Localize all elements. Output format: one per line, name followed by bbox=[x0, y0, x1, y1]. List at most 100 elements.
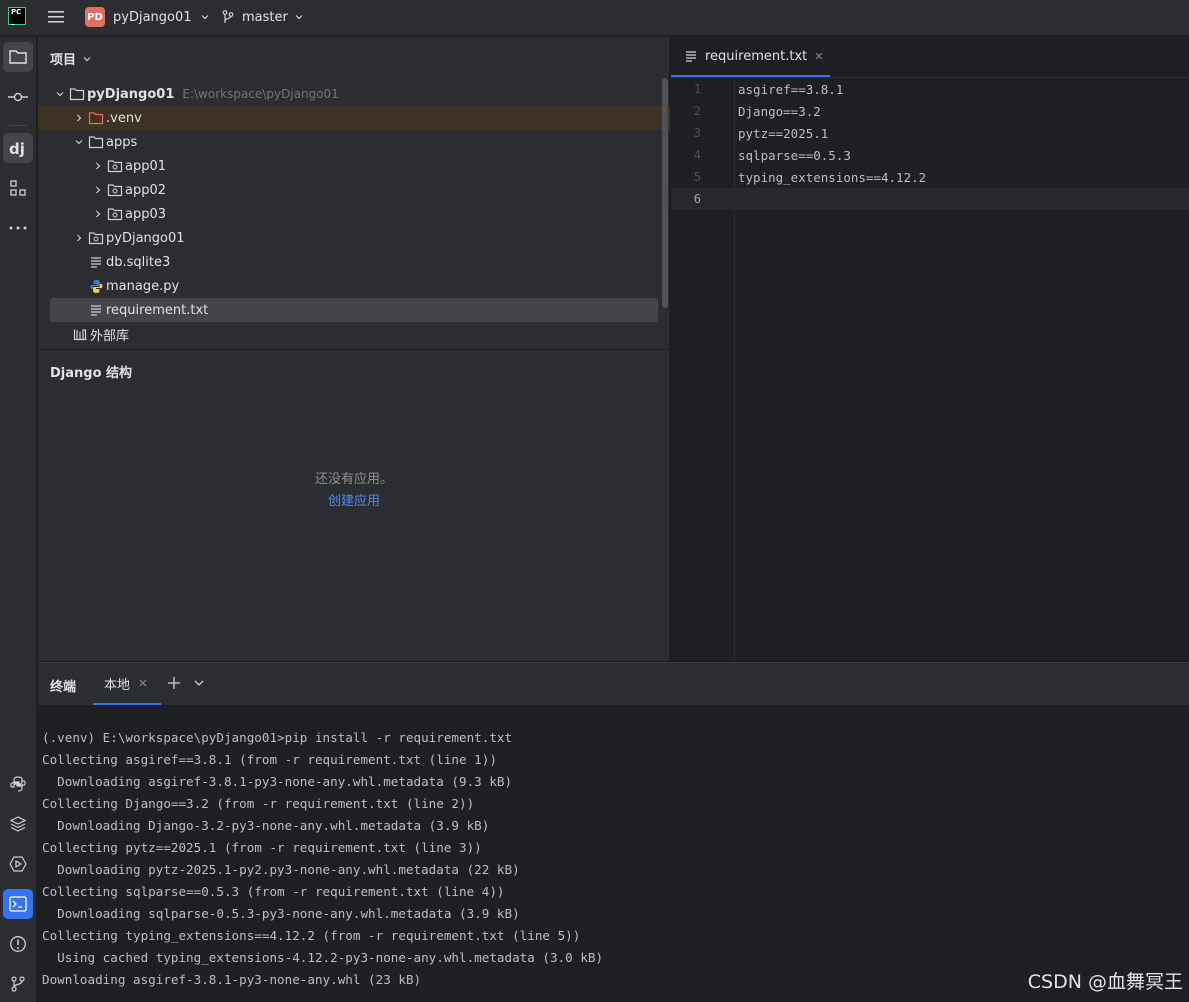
logo-text-top: PC bbox=[11, 8, 22, 16]
terminal-line: Using cached typing_extensions-4.12.2-py… bbox=[42, 950, 604, 965]
svg-text:dj: dj bbox=[9, 140, 25, 158]
code-line: 5 typing_extensions==4.12.2 bbox=[671, 166, 1189, 188]
new-terminal-plus-icon[interactable] bbox=[166, 675, 182, 691]
services-icon[interactable] bbox=[3, 849, 33, 879]
close-icon[interactable] bbox=[814, 51, 824, 61]
text-file-icon bbox=[87, 255, 105, 269]
folder-icon bbox=[68, 87, 86, 101]
branch-name: master bbox=[242, 9, 288, 25]
tree-item-app02[interactable]: app02 bbox=[38, 178, 670, 202]
package-folder-icon bbox=[106, 183, 124, 197]
terminal-line: (.venv) E:\workspace\pyDjango01>pip inst… bbox=[42, 730, 513, 745]
terminal-output[interactable]: (.venv) E:\workspace\pyDjango01>pip inst… bbox=[42, 727, 1182, 991]
tree-item-manage-py[interactable]: manage.py bbox=[38, 274, 670, 298]
folder-icon bbox=[87, 135, 105, 149]
toolstrip-divider bbox=[9, 125, 27, 126]
close-icon[interactable] bbox=[138, 678, 148, 688]
code-line: 3 pytz==2025.1 bbox=[671, 122, 1189, 144]
structure-icon[interactable] bbox=[3, 173, 33, 203]
project-panel-header[interactable]: 项目 bbox=[50, 49, 92, 68]
tree-item-db-sqlite3[interactable]: db.sqlite3 bbox=[38, 250, 670, 274]
python-file-icon bbox=[87, 279, 105, 294]
project-panel-title: 项目 bbox=[50, 53, 77, 68]
version-control-icon[interactable] bbox=[3, 969, 33, 999]
tree-item-label: requirement.txt bbox=[106, 302, 209, 318]
terminal-title: 终端 bbox=[50, 680, 77, 695]
terminal-panel: 终端 本地 (.venv) E:\workspace\pyDjango01>pi… bbox=[38, 662, 1189, 1002]
tree-item-app03[interactable]: app03 bbox=[38, 202, 670, 226]
terminal-line: Downloading asgiref-3.8.1-py3-none-any.w… bbox=[42, 774, 513, 789]
tree-item-label: 外部库 bbox=[90, 328, 130, 344]
line-number: 4 bbox=[693, 148, 701, 162]
tree-item-label: manage.py bbox=[106, 278, 180, 294]
excluded-folder-icon bbox=[87, 111, 105, 125]
logo-text-bottom: _ bbox=[11, 17, 15, 25]
chevron-down-icon bbox=[294, 12, 304, 22]
code-text: asgiref==3.8.1 bbox=[738, 81, 844, 97]
package-folder-icon bbox=[106, 159, 124, 173]
text-file-icon bbox=[87, 303, 105, 317]
chevron-down-icon[interactable] bbox=[193, 677, 205, 689]
terminal-tab-bar: 终端 本地 bbox=[38, 663, 1189, 705]
python-packages-icon[interactable] bbox=[3, 809, 33, 839]
editor-tab-requirement-txt[interactable]: requirement.txt bbox=[671, 37, 830, 77]
tree-item-pydjango01-package[interactable]: pyDjango01 bbox=[38, 226, 670, 250]
chevron-down-icon bbox=[200, 12, 210, 22]
line-number: 1 bbox=[693, 82, 701, 96]
tree-item-apps[interactable]: apps bbox=[38, 130, 670, 154]
tool-window-strip: dj bbox=[0, 37, 37, 1002]
editor-tab-bar: requirement.txt bbox=[671, 37, 1189, 78]
problems-icon[interactable] bbox=[3, 929, 33, 959]
editor: requirement.txt 1 asgiref==3.8.1 2 Django=… bbox=[671, 37, 1189, 661]
tree-item-venv[interactable]: .venv bbox=[38, 106, 670, 130]
terminal-line: Downloading pytz-2025.1-py2.py3-none-any… bbox=[42, 862, 520, 877]
code-text: typing_extensions==4.12.2 bbox=[738, 169, 927, 185]
chevron-down-icon[interactable] bbox=[52, 89, 68, 99]
project-switcher[interactable]: PD pyDjango01 bbox=[85, 6, 210, 28]
chevron-down-icon[interactable] bbox=[71, 137, 87, 147]
code-line: 1 asgiref==3.8.1 bbox=[671, 78, 1189, 100]
chevron-right-icon[interactable] bbox=[90, 185, 106, 195]
tree-item-external-libraries[interactable]: 外部库 bbox=[38, 322, 670, 346]
line-number: 6 bbox=[693, 192, 701, 206]
text-file-icon bbox=[684, 49, 698, 63]
tree-item-app01[interactable]: app01 bbox=[38, 154, 670, 178]
commit-icon[interactable] bbox=[3, 82, 33, 112]
line-number: 3 bbox=[693, 126, 701, 140]
django-structure-title: Django 结构 bbox=[50, 366, 133, 381]
code-text: sqlparse==0.5.3 bbox=[738, 147, 851, 163]
more-tools-icon[interactable] bbox=[3, 213, 33, 243]
chevron-right-icon[interactable] bbox=[90, 209, 106, 219]
csdn-watermark: CSDN @血舞冥王 bbox=[1027, 971, 1183, 993]
terminal-line: Collecting asgiref==3.8.1 (from -r requi… bbox=[42, 752, 497, 767]
project-tree-scrollbar[interactable] bbox=[662, 78, 668, 308]
tree-item-label: app02 bbox=[125, 182, 167, 198]
chevron-right-icon[interactable] bbox=[71, 113, 87, 123]
panel-divider[interactable] bbox=[38, 349, 670, 350]
tree-item-root[interactable]: pyDjango01 E:\workspace\pyDjango01 bbox=[38, 82, 670, 106]
terminal-line: Collecting sqlparse==0.5.3 (from -r requ… bbox=[42, 884, 505, 899]
terminal-icon[interactable] bbox=[3, 889, 33, 919]
main-menu-icon[interactable] bbox=[47, 9, 65, 25]
code-area[interactable]: 1 asgiref==3.8.1 2 Django==3.2 3 pytz==2025… bbox=[671, 78, 1189, 210]
django-structure-icon[interactable]: dj bbox=[3, 133, 33, 163]
no-apps-message: 还没有应用。 bbox=[314, 472, 393, 487]
chevron-right-icon[interactable] bbox=[71, 233, 87, 243]
package-folder-icon bbox=[106, 207, 124, 221]
branch-switcher[interactable]: master bbox=[220, 6, 304, 28]
terminal-tab-local[interactable]: 本地 bbox=[93, 663, 161, 705]
editor-tab-label: requirement.txt bbox=[705, 48, 808, 64]
tree-item-requirement-txt[interactable]: requirement.txt bbox=[50, 298, 658, 322]
create-app-link[interactable]: 创建应用 bbox=[38, 490, 670, 509]
library-icon bbox=[71, 327, 89, 341]
pycharm-logo-icon[interactable]: PC _ bbox=[8, 7, 26, 25]
project-panel: 项目 pyDjango01 E:\workspace\pyDjango01 .v… bbox=[38, 37, 670, 661]
chevron-right-icon[interactable] bbox=[90, 161, 106, 171]
terminal-line: Collecting pytz==2025.1 (from -r require… bbox=[42, 840, 482, 855]
python-console-icon[interactable] bbox=[3, 769, 33, 799]
tree-item-label: app01 bbox=[125, 158, 167, 174]
tree-item-label: pyDjango01 bbox=[106, 230, 185, 246]
terminal-line: Downloading sqlparse-0.5.3-py3-none-any.… bbox=[42, 906, 520, 921]
project-folder-icon[interactable] bbox=[3, 42, 33, 72]
project-name: pyDjango01 bbox=[113, 9, 192, 25]
